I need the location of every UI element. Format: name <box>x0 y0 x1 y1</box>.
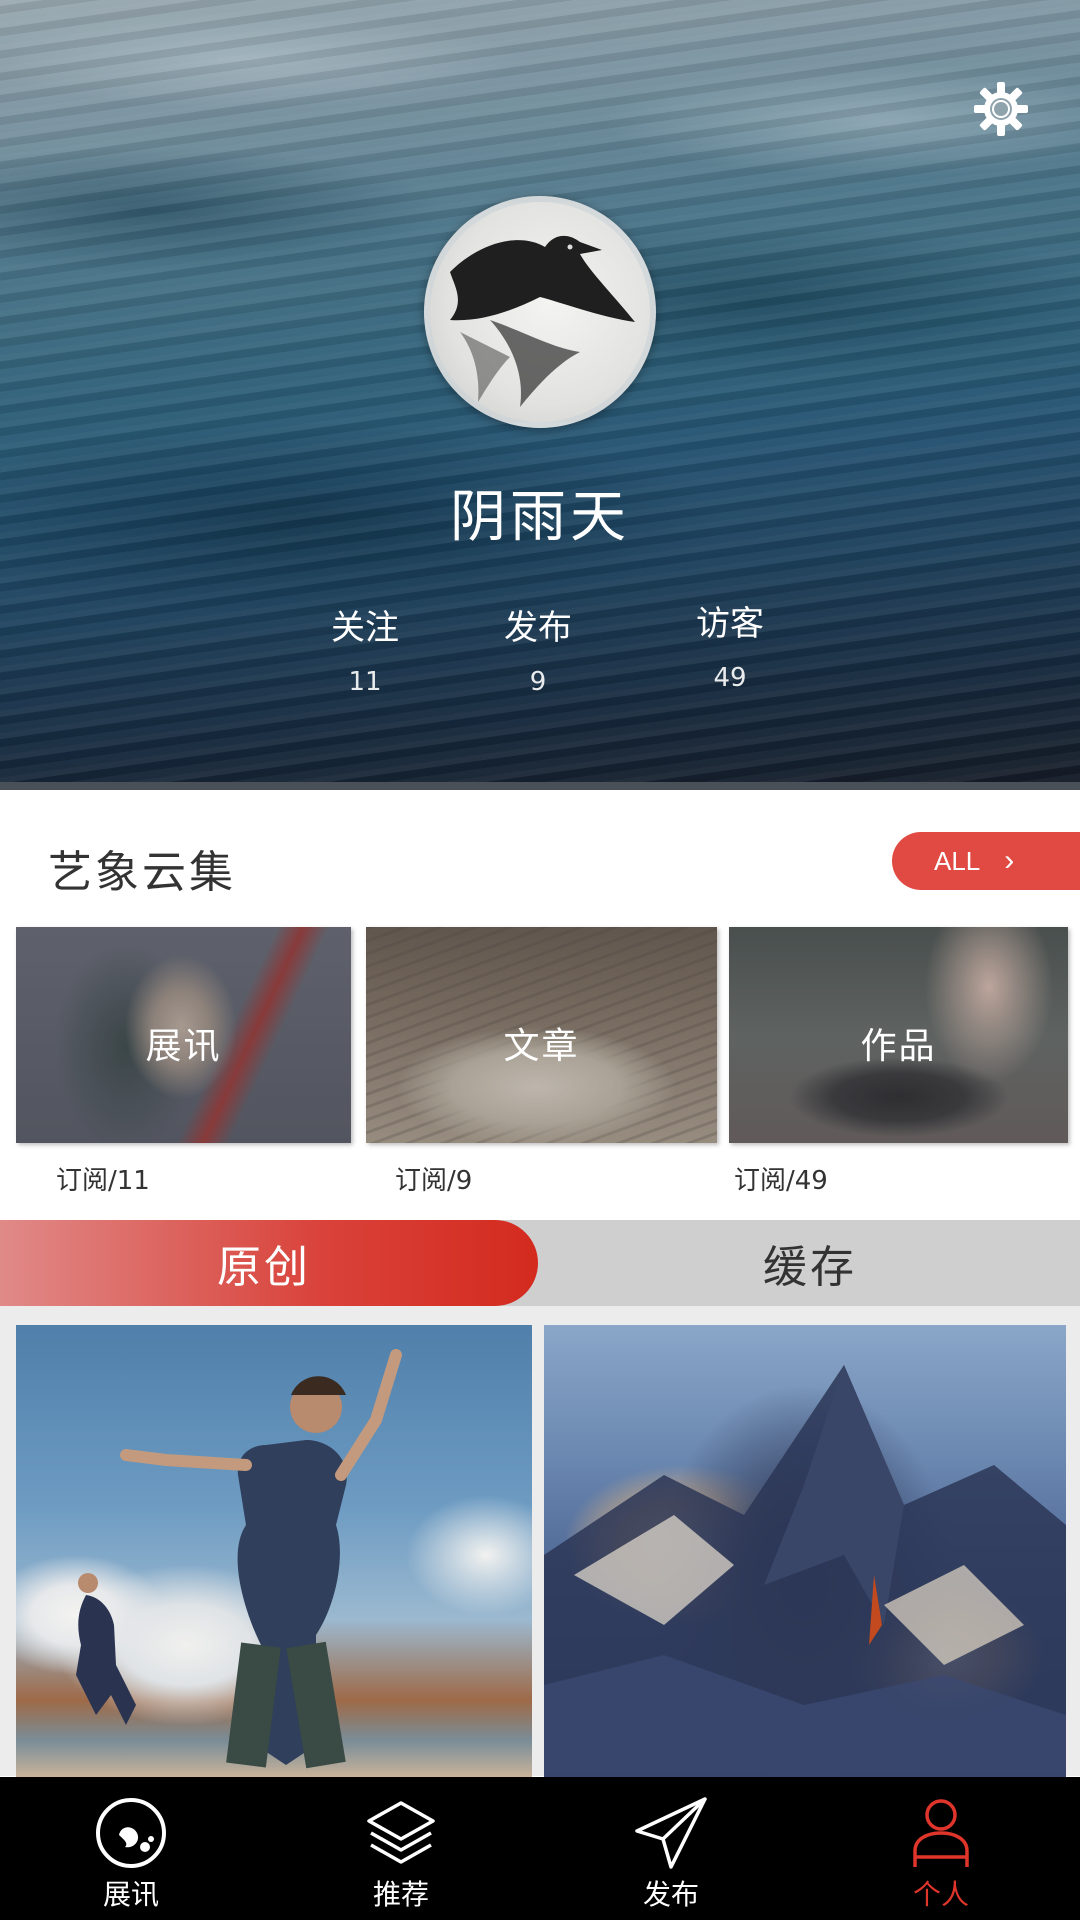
card-label: 作品 <box>860 1026 937 1067</box>
subscribe-count: 订阅/11 <box>56 1166 150 1196</box>
news-icon <box>96 1798 166 1868</box>
stat-follow[interactable]: 关注 11 <box>285 600 445 697</box>
subscribe-count: 订阅/49 <box>734 1166 828 1196</box>
card-label: 文章 <box>503 1026 580 1067</box>
tab-cache[interactable]: 缓存 <box>540 1220 1080 1306</box>
stat-publish[interactable]: 发布 9 <box>458 600 618 697</box>
card-works[interactable]: 作品 <box>729 927 1068 1143</box>
chevron-right-icon: › <box>1004 844 1015 877</box>
nav-label: 发布 <box>642 1878 699 1911</box>
nav-profile[interactable]: 个人 <box>841 1777 1041 1920</box>
artwork-thumbnail[interactable] <box>16 1325 532 1777</box>
nav-recommend[interactable]: 推荐 <box>301 1777 501 1920</box>
nav-label: 展讯 <box>102 1878 159 1911</box>
layers-icon <box>367 1801 435 1864</box>
stat-label: 关注 <box>331 608 399 648</box>
all-button[interactable]: ALL › <box>892 832 1080 890</box>
nav-label: 个人 <box>912 1878 969 1911</box>
username: 阴雨天 <box>450 485 630 550</box>
nav-label: 推荐 <box>372 1878 429 1911</box>
all-button-label: ALL <box>934 845 981 876</box>
nav-publish[interactable]: 发布 <box>571 1777 771 1920</box>
mountain-painting <box>544 1365 1066 1777</box>
stat-label: 发布 <box>504 608 572 648</box>
gear-icon[interactable] <box>972 80 1030 138</box>
paper-plane-icon <box>635 1797 707 1869</box>
nav-news[interactable]: 展讯 <box>31 1777 231 1920</box>
crow-icon <box>450 235 635 407</box>
stat-visitors[interactable]: 访客 49 <box>650 596 810 693</box>
card-label: 展讯 <box>145 1026 222 1067</box>
artwork-thumbnail[interactable] <box>544 1325 1066 1777</box>
dancer-painting <box>76 1349 402 1769</box>
stat-value: 49 <box>713 663 747 693</box>
stat-value: 11 <box>348 667 382 697</box>
section-title: 艺象云集 <box>48 847 236 898</box>
stat-label: 访客 <box>696 604 764 644</box>
card-exhibition[interactable]: 展讯 <box>16 927 351 1143</box>
stat-value: 9 <box>529 667 547 697</box>
subscribe-count: 订阅/9 <box>395 1166 473 1196</box>
card-article[interactable]: 文章 <box>366 927 717 1143</box>
user-icon <box>913 1799 969 1867</box>
avatar[interactable] <box>424 196 656 428</box>
profile-header: 阴雨天 关注 11 发布 9 访客 49 <box>0 0 1080 790</box>
tab-original[interactable]: 原创 <box>0 1220 538 1306</box>
